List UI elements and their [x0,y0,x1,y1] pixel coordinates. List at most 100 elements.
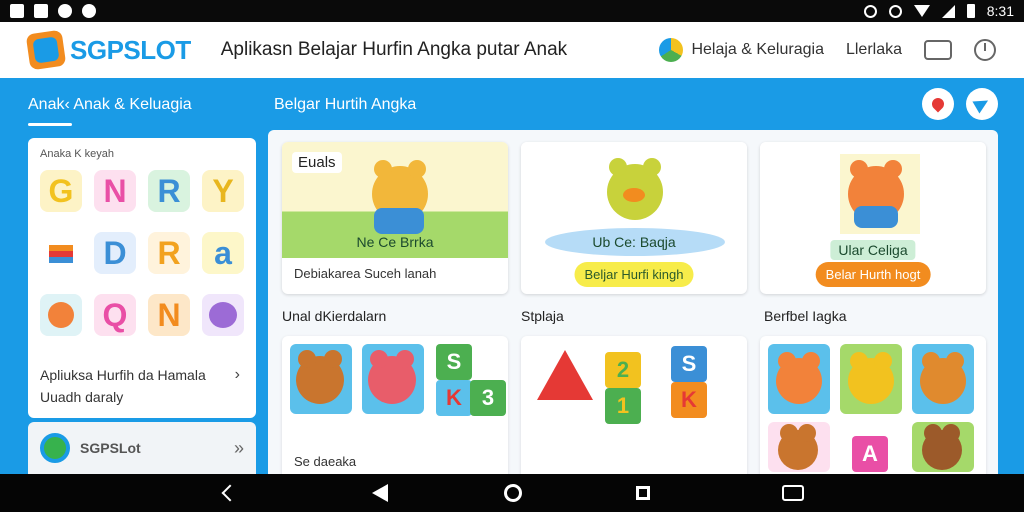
monster-icon [209,302,237,328]
pencil-icon[interactable] [40,232,82,274]
status-bar: 8:31 [0,0,1024,22]
section-card[interactable]: 2 1 S K [521,336,747,476]
location-pin-icon [929,95,947,113]
system-nav-bar [0,474,1024,512]
main-panel: Euals Ne Ce Brrka Debiakarea Suceh lanah… [268,130,998,476]
panel-description: Apliuksa Hurfih da Hamala Uuadh daraly [40,367,206,405]
letter-tile[interactable]: Q [94,294,136,336]
image-icon [34,4,48,18]
screenshot-icon[interactable] [782,485,804,501]
battery-icon [966,4,975,18]
section-title: Berfbel Iagka [764,308,847,324]
bear-tile[interactable] [912,344,974,414]
bear-icon [776,352,822,404]
tab-underline [28,123,72,126]
logo-icon [25,29,67,71]
logo[interactable]: SGPSLOT [25,29,191,71]
monster-tile[interactable] [202,294,244,336]
lesson-card[interactable]: Ular Celiga Belar Hurth hogt [760,142,986,294]
vibrate-icon [888,4,902,18]
bear-tile[interactable] [362,344,424,414]
promo-banner[interactable]: SGPSLot » [28,422,256,474]
card-description: Debiakarea Suceh lanah [294,266,437,281]
lesson-card[interactable]: Ub Ce: Baqja Beljar Hurfi kingh [521,142,747,294]
section-card[interactable]: A [760,336,986,476]
section-title: Stplaja [521,308,564,324]
block-icon: 2 [605,352,641,388]
tab-letters-numbers[interactable]: Belgar Hurtih Angka [274,96,416,114]
letters-panel: Anaka K keyah G N R Y D R a Q N Apliuksa… [28,138,256,418]
sync-icon [58,4,72,18]
learn-button[interactable]: Belar Hurth hogt [815,262,931,287]
block-icon: 3 [470,380,506,416]
letter-tile[interactable]: N [148,294,190,336]
gamepad-icon[interactable] [924,40,952,60]
letter-tile[interactable]: R [148,232,190,274]
card-badge: Euals [292,152,342,173]
bear-icon [848,352,894,404]
location-button[interactable] [922,88,954,120]
send-icon [972,94,992,114]
tab-row: Anak‹ Anak & Keluagia Belgar Hurtih Angk… [0,78,1024,130]
category-link-label: Helaja & Keluragia [691,41,824,58]
bear-tile[interactable] [40,294,82,336]
panel-heading: Anaka K keyah [40,148,114,160]
bear-icon [920,352,966,404]
letter-tile[interactable]: N [94,170,136,212]
home-icon[interactable] [504,484,522,502]
chat-icon [40,433,70,463]
letter-tile[interactable]: Y [202,170,244,212]
bear-icon [778,424,818,470]
section-card[interactable]: S K 3 Se daeaka [282,336,508,476]
wifi-icon [913,5,930,17]
block-icon: K [671,382,707,418]
lesson-card[interactable]: Euals Ne Ce Brrka Debiakarea Suceh lanah [282,142,508,294]
block-icon: S [671,346,707,382]
warning-icon [10,4,24,18]
block-icon: K [436,380,472,416]
category-icon [659,38,684,62]
bear-body [374,208,424,234]
letter-tile[interactable]: D [94,232,136,274]
beak [623,188,645,202]
nav-link[interactable]: Llerlaka [846,41,902,59]
power-icon[interactable] [974,39,996,61]
letter-tile[interactable]: G [40,170,82,212]
bear-body [854,206,898,228]
chevron-right-icon[interactable]: › [235,366,240,384]
triangle-back-icon[interactable] [372,484,388,502]
learn-button[interactable]: Beljar Hurfi kingh [574,262,694,287]
signal-icon [941,4,955,18]
bear-tile[interactable] [768,344,830,414]
triangle-icon [537,350,593,400]
back-icon[interactable] [221,484,239,502]
letter-grid: G N R Y D R a Q N [40,170,250,336]
card-caption: Ub Ce: Baqja [592,234,676,250]
block-icon: S [436,344,472,380]
tab-family[interactable]: Anak‹ Anak & Keluagia [28,96,192,114]
bear-icon [922,424,962,470]
share-button[interactable] [966,88,998,120]
block-icon: A [852,436,888,472]
bear-icon [296,350,344,404]
bear-tile[interactable] [912,422,974,472]
app-title: Aplikasn Belajar Hurfin Angka putar Anak [220,39,568,60]
card-caption: Ular Celiga [830,240,916,260]
category-link[interactable]: Helaja & Keluragia [659,38,824,62]
card-caption: Ne Ce Brrka [356,234,434,250]
logo-text: SGPSLOT [70,34,191,65]
clock: 8:31 [986,3,1014,19]
bear-icon [48,302,74,328]
letter-tile[interactable]: R [148,170,190,212]
recents-icon[interactable] [636,486,650,500]
section-title: Unal dKierdalarn [282,308,387,324]
app-header: SGPSLOT Aplikasn Belajar Hurfin Angka pu… [0,22,1024,78]
play-icon [82,4,96,18]
bear-tile[interactable] [768,422,830,472]
letter-tile[interactable]: a [202,232,244,274]
block-icon: 1 [605,388,641,424]
bear-tile[interactable] [840,344,902,414]
section-label: Se daeaka [294,454,357,469]
bear-tile[interactable] [290,344,352,414]
bear-icon [368,350,416,404]
